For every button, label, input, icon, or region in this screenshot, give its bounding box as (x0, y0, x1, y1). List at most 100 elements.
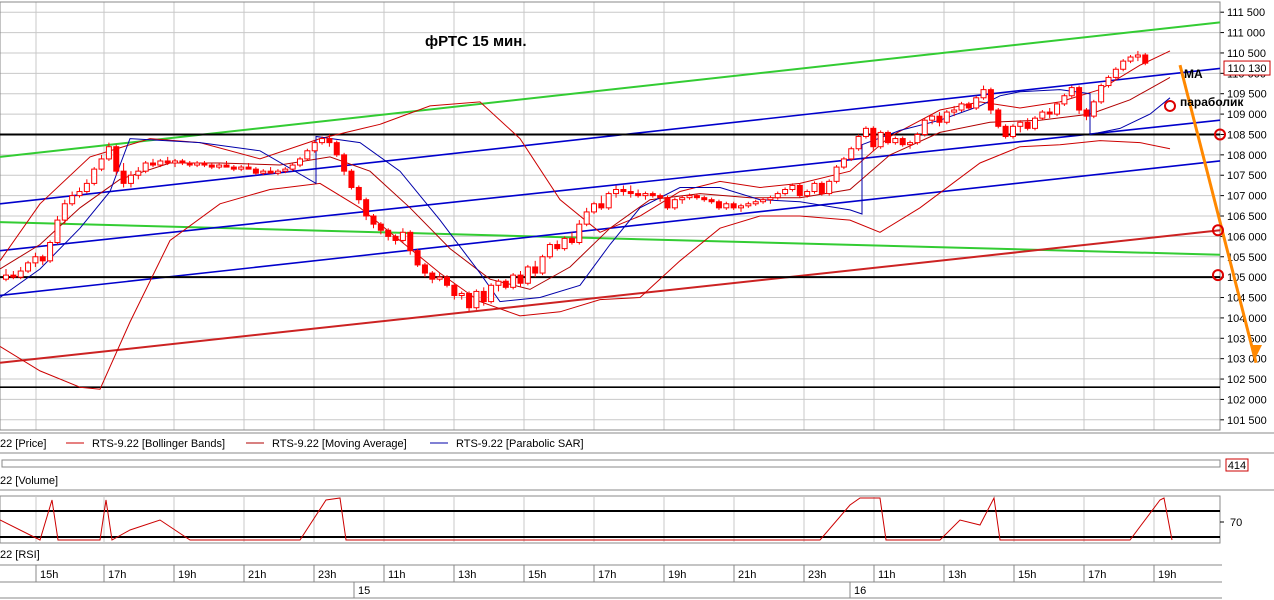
candle-body (1046, 111, 1053, 115)
time-tick-label: 17h (1088, 569, 1106, 581)
candle-body (451, 284, 458, 296)
time-tick-label: 19h (1158, 569, 1176, 581)
candle-body (83, 182, 90, 193)
candle-body (10, 274, 17, 278)
candle-body (591, 203, 597, 213)
candle-body (164, 160, 171, 164)
candle-body (760, 199, 767, 203)
y-tick-label: 107 500 (1227, 170, 1267, 182)
y-tick-label: 111 500 (1227, 7, 1265, 19)
y-tick-label: 105 500 (1227, 252, 1267, 264)
candle-body (818, 182, 825, 195)
time-tick-label: 19h (668, 569, 686, 581)
candle-body (848, 148, 855, 160)
time-tick-label: 17h (108, 569, 126, 581)
candle-body (1127, 56, 1134, 62)
candle-body (870, 127, 877, 148)
candle-body (1039, 111, 1046, 119)
time-tick-label: 11h (878, 569, 896, 581)
candle-body (1061, 95, 1068, 105)
candle-body (421, 264, 428, 274)
rsi-panel-label: 22 [RSI] (0, 549, 40, 561)
candle-body (150, 162, 156, 166)
candle-body (583, 211, 590, 225)
candle-body (502, 280, 509, 288)
candle-body (495, 280, 502, 286)
candle-body (1024, 121, 1031, 129)
candle-body (113, 146, 120, 172)
day-tick-label: 16 (854, 585, 866, 597)
candle-body (61, 203, 68, 221)
y-tick-label: 108 500 (1227, 129, 1267, 141)
candle-body (914, 133, 921, 144)
time-tick-label: 21h (248, 569, 266, 581)
candle-body (738, 205, 744, 209)
candle-body (488, 284, 495, 303)
y-tick-label: 101 500 (1227, 415, 1267, 427)
candle-body (297, 158, 303, 166)
candle-body (1098, 85, 1105, 103)
candle-body (936, 115, 943, 123)
time-tick-label: 19h (178, 569, 196, 581)
candle-body (54, 219, 61, 243)
candle-body (32, 256, 39, 264)
candle-body (804, 191, 811, 197)
candle-body (679, 197, 686, 201)
y-tick-label: 106 000 (1227, 231, 1267, 243)
y-tick-label: 103 500 (1227, 333, 1267, 345)
candle-body (69, 195, 76, 205)
last-price-label: 110 130 (1228, 63, 1267, 75)
candle-body (723, 203, 730, 209)
candle-body (289, 164, 296, 170)
candle-body (715, 201, 722, 209)
time-tick-label: 15h (1018, 569, 1036, 581)
candle-body (385, 229, 392, 237)
candle-body (142, 162, 149, 172)
time-tick-label: 11h (388, 569, 406, 581)
candle-body (995, 109, 1002, 127)
candle-body (1032, 117, 1038, 129)
candle-body (429, 272, 436, 280)
candle-body (333, 142, 340, 156)
red-trendline (0, 229, 1221, 364)
legend-entry: RTS-9.22 [Parabolic SAR] (456, 438, 584, 450)
candle-body (341, 154, 348, 172)
candle-body (252, 168, 259, 174)
candle-body (370, 215, 377, 225)
rsi-tick-label: 70 (1230, 517, 1242, 529)
time-tick-label: 17h (598, 569, 616, 581)
candle-body (855, 136, 862, 150)
candle-body (363, 199, 370, 217)
legend-entry: 22 [Price] (0, 438, 46, 450)
candle-body (238, 166, 245, 170)
candle-body (642, 193, 649, 197)
legend-entry: RTS-9.22 [Bollinger Bands] (92, 438, 225, 450)
candle-body (951, 109, 958, 113)
candle-body (517, 274, 524, 284)
candle-body (730, 203, 737, 209)
candle-body (480, 290, 487, 303)
candle-body (399, 231, 406, 241)
candle-body (620, 189, 627, 193)
y-tick-label: 109 000 (1227, 109, 1267, 121)
bollinger-lower-line (0, 140, 1171, 390)
candle-body (1120, 60, 1127, 70)
candle-body (826, 180, 833, 195)
time-tick-label: 23h (808, 569, 826, 581)
annotation-parabolic: параболик (1180, 95, 1244, 109)
candle-body (510, 274, 517, 288)
candle-body (833, 166, 840, 182)
candle-body (407, 231, 414, 252)
candle-body (885, 131, 891, 144)
candle-body (554, 244, 561, 250)
candle-body (260, 170, 267, 174)
day-tick-label: 15 (358, 585, 370, 597)
candle-body (1134, 54, 1141, 58)
candle-body (127, 174, 134, 184)
candle-body (796, 184, 803, 197)
candle-body (1054, 103, 1061, 115)
time-tick-label: 23h (318, 569, 336, 581)
candle-body (1083, 109, 1090, 117)
volume-value-label: 414 (1228, 460, 1246, 472)
candle-body (157, 160, 164, 166)
